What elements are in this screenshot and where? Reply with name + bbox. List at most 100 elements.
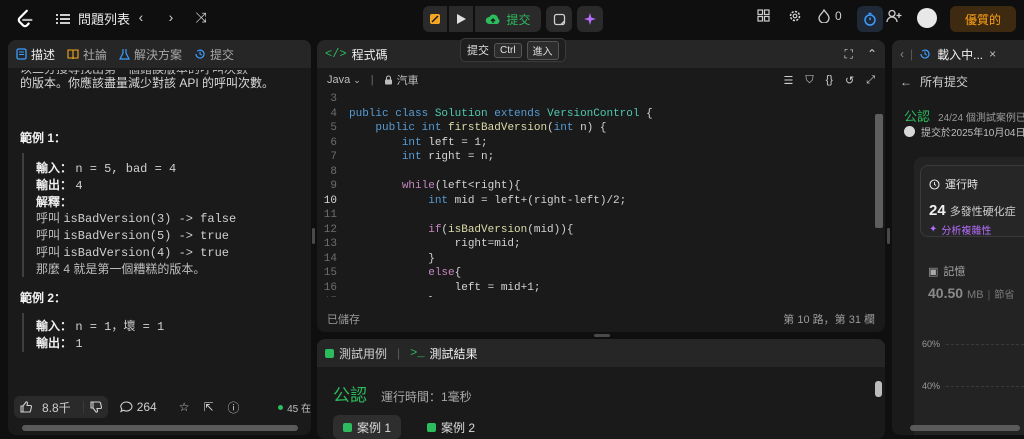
- tab-editorial[interactable]: 社論: [67, 46, 107, 63]
- collapse-icon[interactable]: ⌃: [867, 47, 877, 62]
- layout-button[interactable]: [757, 9, 770, 22]
- code-line[interactable]: 6 int left = 1;: [317, 136, 873, 151]
- code-line[interactable]: 13 right=mid;: [317, 237, 873, 252]
- history-icon: [195, 49, 205, 59]
- help-icon[interactable]: ⓘ: [228, 399, 240, 416]
- dislike-button[interactable]: [82, 401, 108, 413]
- code-token: while: [401, 180, 435, 192]
- reset-icon[interactable]: ↺: [845, 74, 854, 87]
- editor-toolbar: Java ⌄ | 汽車 ☰ ⛉ {} ↺ ⤢: [327, 72, 875, 88]
- leetcode-logo-icon[interactable]: [14, 8, 36, 30]
- language-label: Java: [327, 74, 351, 86]
- code-token: public: [349, 107, 396, 120]
- premium-button[interactable]: 優質的: [950, 6, 1016, 32]
- code-token: (: [547, 122, 554, 134]
- tab-solutions[interactable]: 解決方案: [119, 46, 182, 63]
- code-line[interactable]: 7 int right = n;: [317, 150, 873, 165]
- code-line[interactable]: 17 }: [317, 295, 873, 297]
- right-divider-handle[interactable]: [887, 228, 890, 244]
- call-code: isBadVersion(4) -> true: [63, 246, 229, 260]
- code-token: (left<right){: [434, 180, 521, 192]
- tab-description[interactable]: 描述: [16, 46, 55, 63]
- code-line[interactable]: 15 else{: [317, 266, 873, 281]
- timer-button[interactable]: [857, 6, 883, 32]
- ai-assist-button[interactable]: [577, 6, 603, 32]
- tab-editorial-label: 社論: [83, 47, 108, 62]
- code-line[interactable]: 8: [317, 165, 873, 180]
- code-token: Solution: [434, 107, 495, 120]
- runtime-box[interactable]: 運行時 24 多發性硬化症 ✦ 分析複雜性: [920, 165, 1024, 237]
- code-line[interactable]: 10 int mid = left+(right-left)/2;: [317, 194, 873, 209]
- case-2-tab[interactable]: 案例 2: [417, 415, 485, 439]
- maximize-icon[interactable]: ⛶: [845, 47, 853, 62]
- tab-testcases[interactable]: 測試用例: [325, 345, 387, 362]
- test-vertical-scrollbar[interactable]: [875, 381, 882, 397]
- tooltip-key-enter: 進入: [526, 40, 559, 60]
- flask-icon: [119, 49, 131, 60]
- example-1-input-label: 輸入：: [36, 161, 73, 175]
- code-line[interactable]: 9 while(left<right){: [317, 179, 873, 194]
- fullscreen-icon[interactable]: ⤢: [866, 74, 875, 87]
- note-button[interactable]: [546, 6, 572, 32]
- call-prefix: 呼叫: [36, 211, 61, 225]
- call-code: isBadVersion(3) -> false: [63, 212, 237, 226]
- auto-mode-toggle[interactable]: 汽車: [384, 72, 419, 88]
- example-1-explain-label: 解釋：: [36, 195, 73, 209]
- code-line[interactable]: 11: [317, 208, 873, 223]
- memory-box[interactable]: ▣ 記憶: [928, 263, 965, 279]
- left-divider-handle[interactable]: [312, 228, 315, 244]
- braces-icon[interactable]: {}: [826, 74, 833, 87]
- debug-button[interactable]: [423, 6, 447, 32]
- share-icon[interactable]: ⇱: [203, 400, 213, 414]
- shuffle-icon[interactable]: ⤨: [192, 9, 210, 26]
- back-to-submissions[interactable]: ← 所有提交: [900, 73, 968, 90]
- right-panel-prev-icon[interactable]: ‹: [900, 47, 904, 61]
- bookmark-icon[interactable]: ⛉: [805, 74, 813, 87]
- tab-test-results[interactable]: >_ 測試結果: [410, 345, 477, 362]
- user-avatar[interactable]: [917, 8, 937, 28]
- code-token: public: [375, 122, 422, 134]
- settings-button[interactable]: [788, 9, 802, 23]
- tab-submissions[interactable]: 提交: [194, 46, 234, 63]
- language-select[interactable]: Java ⌄: [327, 74, 361, 86]
- problem-list-button[interactable]: 問題列表: [56, 9, 130, 28]
- comments-button[interactable]: 264: [119, 400, 157, 414]
- case-1-tab[interactable]: 案例 1: [333, 415, 402, 439]
- favorite-star-icon[interactable]: ☆: [179, 400, 190, 414]
- code-token: }: [428, 252, 435, 265]
- streak-count: 0: [835, 9, 842, 23]
- close-tab-icon[interactable]: ×: [989, 47, 996, 61]
- code-token: {: [646, 107, 653, 120]
- code-line[interactable]: 5 public int firstBadVersion(int n) {: [317, 121, 873, 136]
- streak-counter[interactable]: 0: [818, 9, 842, 23]
- code-editor[interactable]: 3 4 public class Solution extends VersionC…: [317, 92, 873, 297]
- line-number: 3: [330, 93, 337, 105]
- like-button[interactable]: 8.8千: [14, 399, 83, 416]
- code-vertical-scrollbar[interactable]: [875, 114, 883, 228]
- submission-tab-label[interactable]: 載入中...: [937, 46, 983, 63]
- add-friend-button[interactable]: [886, 9, 902, 23]
- document-icon: [16, 48, 27, 60]
- saved-status: 已儲存: [327, 314, 360, 326]
- code-token: if: [428, 223, 442, 236]
- code-line[interactable]: 4 public class Solution extends VersionCo…: [317, 107, 873, 122]
- submission-horizontal-scrollbar[interactable]: [910, 425, 1020, 431]
- submit-shortcut-tooltip: 提交 Ctrl 進入: [460, 38, 566, 62]
- analyze-complexity-link[interactable]: ✦ 分析複雜性: [929, 222, 991, 237]
- format-icon[interactable]: ☰: [783, 74, 793, 87]
- run-submit-group: 提交: [423, 6, 541, 32]
- code-line[interactable]: 12 if(isBadVersion(mid)){: [317, 223, 873, 238]
- panel-resize-handle[interactable]: [594, 334, 610, 337]
- code-line[interactable]: 14 }: [317, 252, 873, 267]
- editor-status-bar: 已儲存 第 10 路，第 31 欄: [317, 306, 885, 332]
- code-line[interactable]: 3: [317, 92, 873, 107]
- run-button[interactable]: [449, 6, 473, 32]
- code-line[interactable]: 16 left = mid+1;: [317, 281, 873, 296]
- prev-problem-icon[interactable]: ‹: [132, 9, 150, 26]
- next-problem-icon[interactable]: ›: [162, 9, 180, 26]
- description-horizontal-scrollbar[interactable]: [22, 425, 298, 431]
- submission-panel: ‹ | 載入中... × ← 所有提交 公認 24/24 個測試案例已通過 提交…: [892, 40, 1024, 435]
- case-1-label: 案例 1: [357, 420, 392, 435]
- submit-button[interactable]: 提交: [475, 6, 541, 32]
